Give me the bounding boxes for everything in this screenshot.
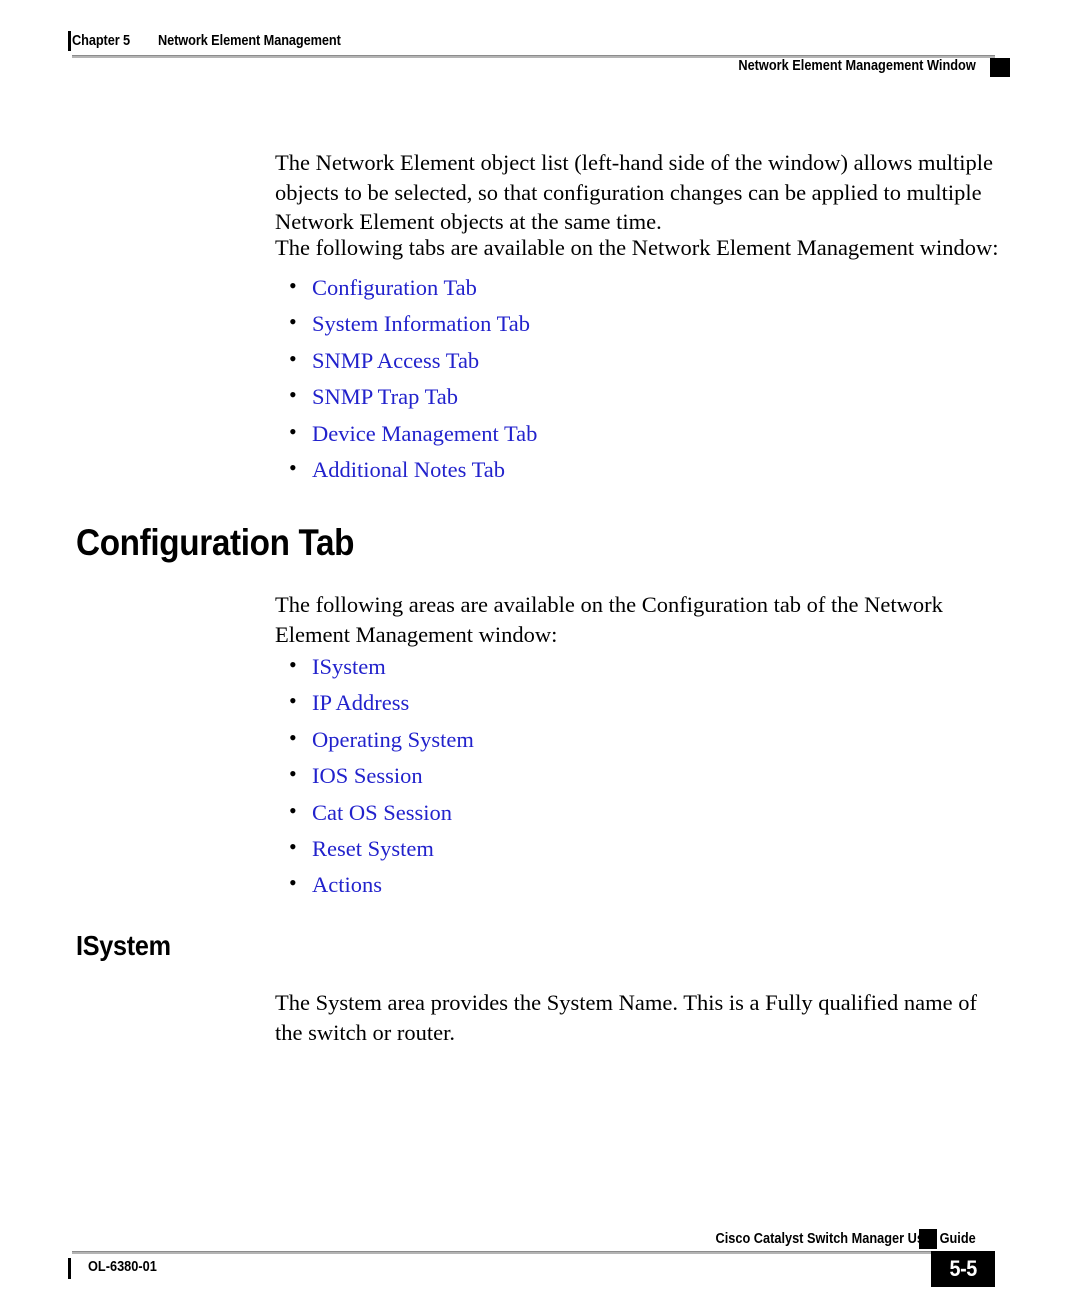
- list-item: System Information Tab: [275, 308, 995, 346]
- list-item: SNMP Trap Tab: [275, 381, 995, 419]
- intro-paragraph: The Network Element object list (left-ha…: [275, 150, 993, 234]
- link-operating-system[interactable]: Operating System: [312, 727, 474, 752]
- footer-change-bar-marker: [68, 1258, 71, 1279]
- footer-page-number: 5-5: [949, 1256, 977, 1281]
- link-actions[interactable]: Actions: [312, 872, 382, 897]
- list-item: Reset System: [275, 833, 995, 871]
- footer-document-number: OL-6380-01: [88, 1259, 157, 1275]
- list-item: IP Address: [275, 687, 995, 725]
- list-item: SNMP Access Tab: [275, 345, 995, 383]
- link-configuration-tab[interactable]: Configuration Tab: [312, 275, 477, 300]
- link-snmp-trap-tab[interactable]: SNMP Trap Tab: [312, 384, 458, 409]
- footer-marker-square-icon: [919, 1229, 937, 1249]
- link-isystem[interactable]: ISystem: [312, 654, 386, 679]
- link-device-management-tab[interactable]: Device Management Tab: [312, 421, 537, 446]
- list-item: IOS Session: [275, 760, 995, 798]
- link-ios-session[interactable]: IOS Session: [312, 763, 423, 788]
- header-chapter-block: Chapter 5 Network Element Management: [72, 33, 366, 49]
- header-marker-square-icon: [990, 58, 1010, 77]
- footer-divider-rule: [72, 1251, 995, 1254]
- page-header: Chapter 5 Network Element Management Net…: [0, 0, 1080, 92]
- list-item: ISystem: [275, 651, 995, 689]
- footer-page-number-box: 5-5: [931, 1251, 995, 1287]
- list-item: Device Management Tab: [275, 418, 995, 456]
- list-item: Operating System: [275, 724, 995, 762]
- link-snmp-access-tab[interactable]: SNMP Access Tab: [312, 348, 479, 373]
- isystem-description-paragraph: The System area provides the System Name…: [275, 990, 977, 1045]
- tabs-intro-paragraph: The following tabs are available on the …: [275, 235, 999, 260]
- header-chapter-number: Chapter 5: [72, 33, 131, 49]
- change-bar-marker: [68, 31, 71, 51]
- link-additional-notes-tab[interactable]: Additional Notes Tab: [312, 457, 505, 482]
- tab-links-list: Configuration Tab System Information Tab…: [275, 272, 995, 492]
- link-cat-os-session[interactable]: Cat OS Session: [312, 800, 452, 825]
- document-page: Chapter 5 Network Element Management Net…: [0, 0, 1080, 1311]
- header-running-head-right: Network Element Management Window: [738, 58, 976, 74]
- link-system-information-tab[interactable]: System Information Tab: [312, 311, 530, 336]
- list-item: Actions: [275, 869, 995, 907]
- section-heading-isystem: ISystem: [76, 930, 171, 961]
- link-ip-address[interactable]: IP Address: [312, 690, 409, 715]
- header-chapter-title: Network Element Management: [157, 33, 341, 49]
- section-heading-configuration-tab: Configuration Tab: [76, 522, 355, 563]
- list-item: Cat OS Session: [275, 797, 995, 835]
- link-reset-system[interactable]: Reset System: [312, 836, 434, 861]
- configuration-intro-paragraph: The following areas are available on the…: [275, 592, 943, 647]
- list-item: Additional Notes Tab: [275, 454, 995, 492]
- list-item: Configuration Tab: [275, 272, 995, 310]
- area-links-list: ISystem IP Address Operating System IOS …: [275, 651, 995, 908]
